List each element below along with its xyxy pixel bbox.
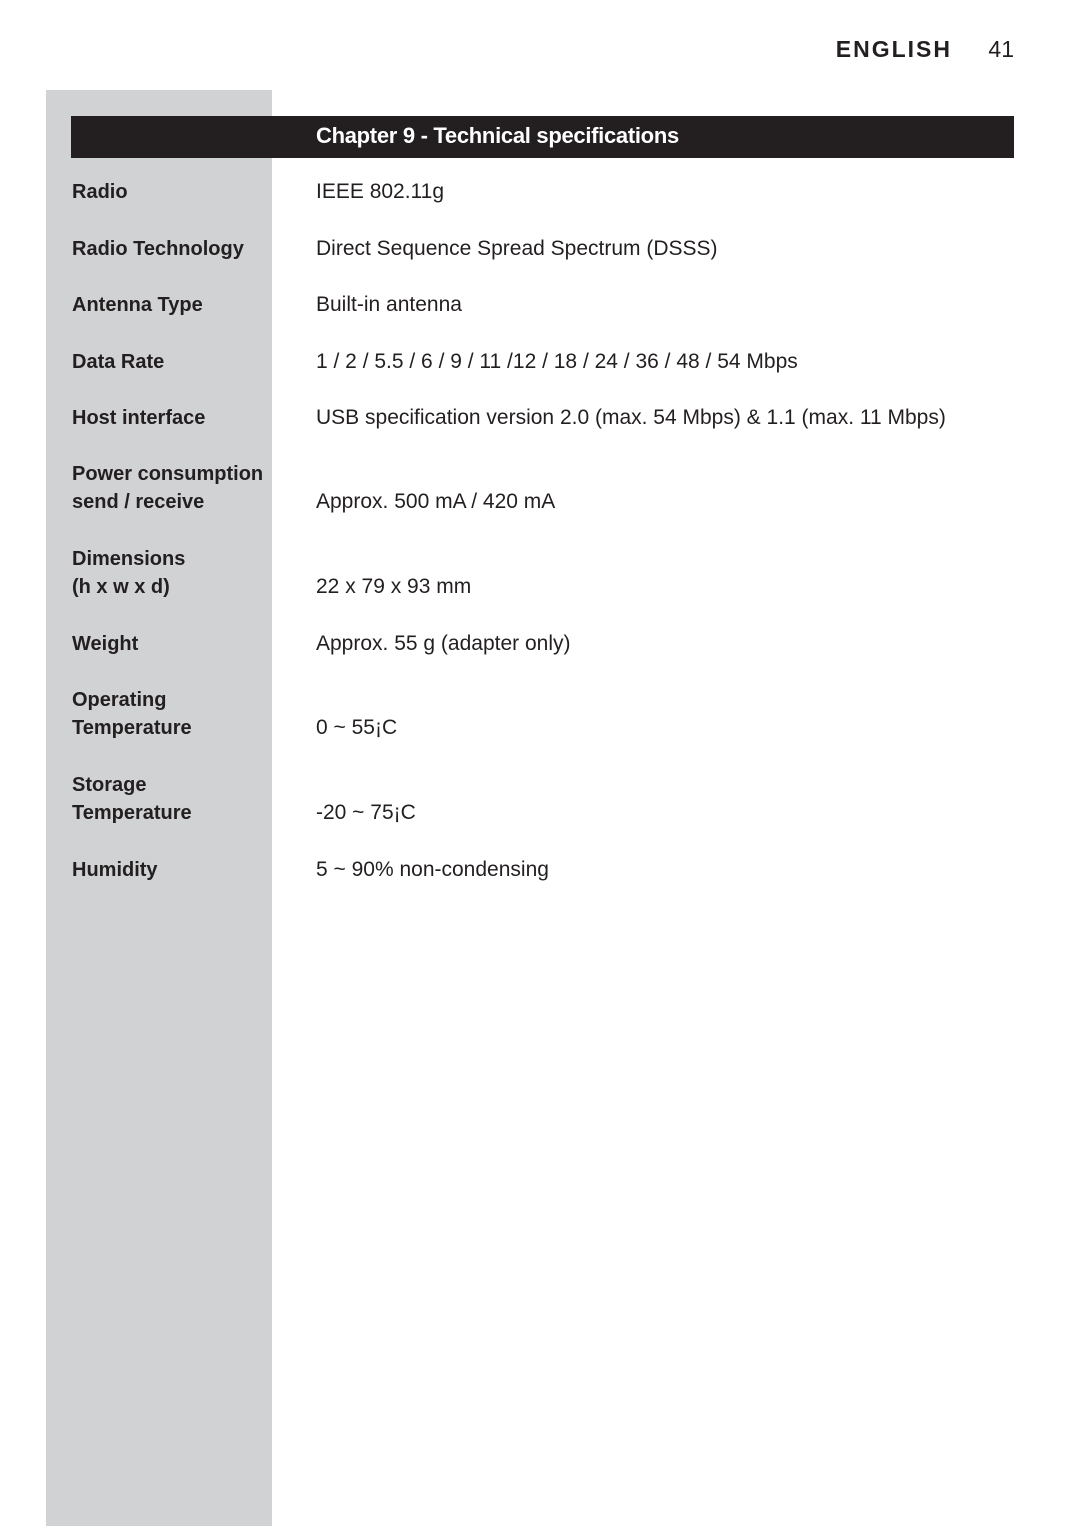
spec-label: Humidity <box>72 859 158 881</box>
spec-value: Approx. 500 mA / 420 mA <box>316 490 556 513</box>
spec-value: Built-in antenna <box>316 293 462 316</box>
spec-value: 1 / 2 / 5.5 / 6 / 9 / 11 /12 / 18 / 24 /… <box>316 350 798 373</box>
spec-label-line1: Dimensions <box>72 548 186 570</box>
spec-label: Antenna Type <box>72 294 203 316</box>
chapter-heading-bar: Chapter 9 - Technical specifications <box>71 116 1014 158</box>
spec-value: IEEE 802.11g <box>316 180 445 203</box>
spec-label-line2: (h x w x d) <box>72 576 170 598</box>
spec-value: USB specification version 2.0 (max. 54 M… <box>316 406 946 429</box>
page-header: ENGLISH 41 <box>836 36 1014 63</box>
spec-label-line1: Storage <box>72 774 147 796</box>
spec-label: Weight <box>72 633 139 655</box>
spec-label-line1: Operating <box>72 689 167 711</box>
spec-label: Data Rate <box>72 351 165 373</box>
language-label: ENGLISH <box>835 36 953 62</box>
spec-value: 22 x 79 x 93 mm <box>316 575 472 598</box>
chapter-title: Chapter 9 - Technical specifications <box>316 123 679 148</box>
spec-label-line1: Power consumption <box>72 463 264 485</box>
page-number: 41 <box>988 36 1014 62</box>
spec-value: Direct Sequence Spread Spectrum (DSSS) <box>316 237 718 260</box>
spec-label-line2: send / receive <box>72 491 205 513</box>
spec-label: Host interface <box>72 407 206 429</box>
spec-value: 5 ~ 90% non-condensing <box>316 858 549 881</box>
spec-label-line2: Temperature <box>72 802 192 824</box>
spec-value: 0 ~ 55¡C <box>316 716 398 739</box>
spec-label: Radio <box>72 181 128 203</box>
spec-label: Radio Technology <box>72 238 244 260</box>
spec-value: Approx. 55 g (adapter only) <box>316 632 571 655</box>
spec-value: -20 ~ 75¡C <box>316 801 416 824</box>
spec-label-line2: Temperature <box>72 717 192 739</box>
